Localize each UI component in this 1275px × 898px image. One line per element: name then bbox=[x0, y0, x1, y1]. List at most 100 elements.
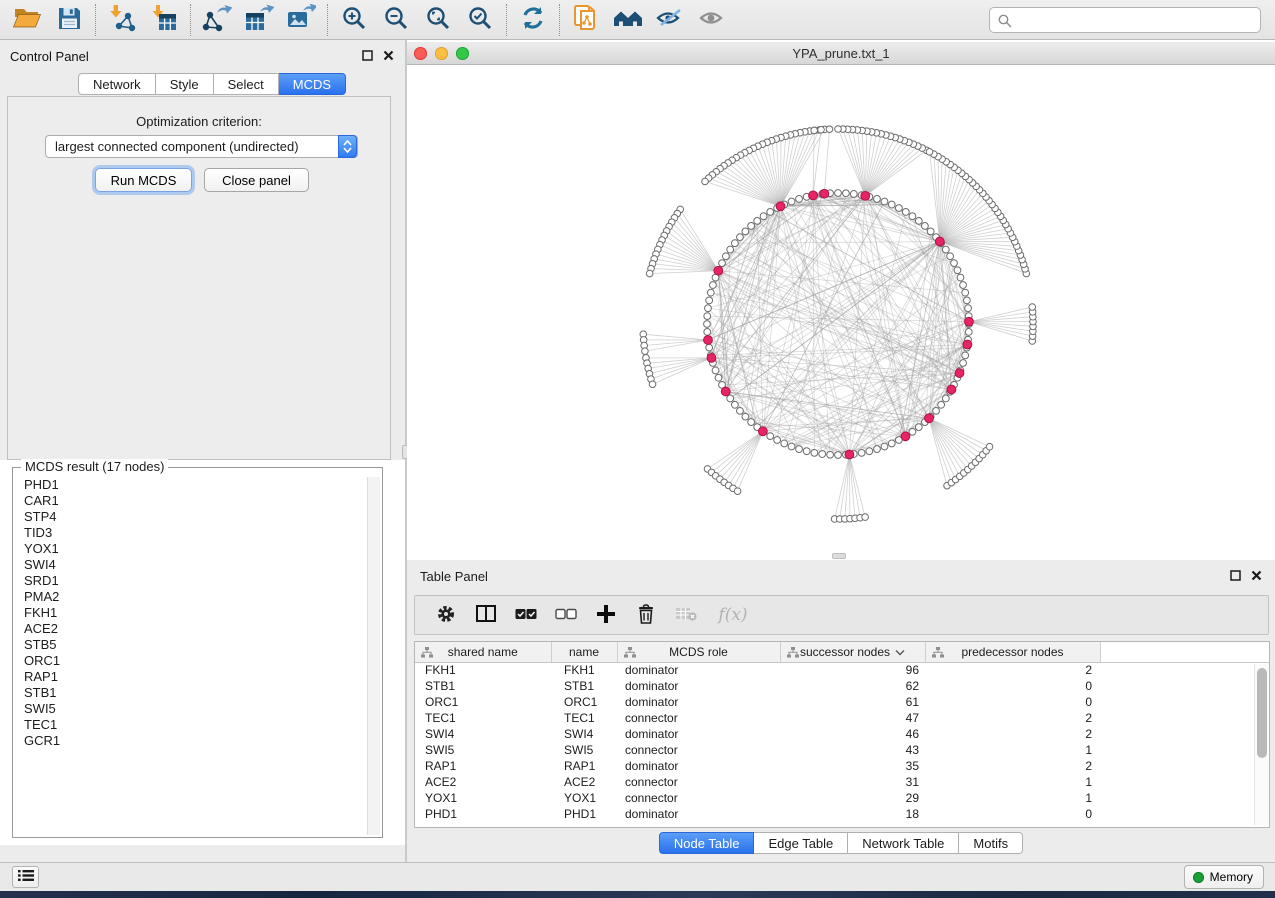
ui-settings-button[interactable] bbox=[12, 866, 39, 888]
memory-label: Memory bbox=[1210, 870, 1253, 884]
list-item[interactable]: ORC1 bbox=[15, 653, 365, 669]
list-item[interactable]: STB5 bbox=[15, 637, 365, 653]
table-row[interactable]: RAP1RAP1dominator352 bbox=[415, 758, 1269, 774]
window-close-traffic-light[interactable] bbox=[414, 47, 427, 60]
column-header-filler bbox=[1100, 642, 1269, 662]
show-all-button[interactable] bbox=[691, 3, 733, 37]
network-canvas[interactable] bbox=[407, 65, 1275, 560]
open-session-button[interactable] bbox=[6, 3, 48, 37]
run-mcds-button[interactable]: Run MCDS bbox=[95, 168, 192, 192]
zoom-fit-button[interactable] bbox=[417, 3, 459, 37]
export-table-button[interactable] bbox=[238, 3, 280, 37]
float-panel-button[interactable] bbox=[361, 49, 374, 62]
window-minimize-traffic-light[interactable] bbox=[435, 47, 448, 60]
column-header-successor-nodes[interactable]: successor nodes bbox=[780, 642, 925, 662]
tab-select[interactable]: Select bbox=[214, 73, 279, 95]
desktop-wallpaper bbox=[0, 891, 1275, 898]
split-table-view-button[interactable] bbox=[473, 600, 499, 630]
list-item[interactable]: TEC1 bbox=[15, 717, 365, 733]
float-table-panel-button[interactable] bbox=[1229, 569, 1242, 582]
tab-edge-table[interactable]: Edge Table bbox=[754, 832, 848, 854]
sort-desc-icon bbox=[895, 645, 905, 659]
mcds-tab-content: Optimization criterion: largest connecte… bbox=[7, 96, 391, 460]
table-scrollbar-thumb[interactable] bbox=[1257, 668, 1267, 758]
list-item[interactable]: GCR1 bbox=[15, 733, 365, 749]
close-panel-button-mcds[interactable]: Close panel bbox=[204, 168, 309, 192]
tab-style[interactable]: Style bbox=[156, 73, 214, 95]
show-all-columns-button[interactable] bbox=[513, 600, 539, 630]
table-row[interactable]: SWI5SWI5connector431 bbox=[415, 742, 1269, 758]
list-icon bbox=[18, 869, 34, 885]
refresh-icon bbox=[520, 5, 546, 34]
apply-layout-button[interactable] bbox=[512, 3, 554, 37]
close-table-panel-button[interactable] bbox=[1250, 569, 1263, 582]
table-row[interactable]: FKH1FKH1dominator962 bbox=[415, 662, 1269, 678]
optimization-criterion-label: Optimization criterion: bbox=[8, 114, 390, 129]
table-row[interactable]: SWI4SWI4dominator462 bbox=[415, 726, 1269, 742]
list-item[interactable]: FKH1 bbox=[15, 605, 365, 621]
tab-node-table[interactable]: Node Table bbox=[659, 832, 755, 854]
copy-network-button[interactable] bbox=[565, 3, 607, 37]
table-row[interactable]: ACE2ACE2connector311 bbox=[415, 774, 1269, 790]
tab-motifs[interactable]: Motifs bbox=[959, 832, 1023, 854]
zoom-in-button[interactable] bbox=[333, 3, 375, 37]
list-item[interactable]: STB1 bbox=[15, 685, 365, 701]
list-item[interactable]: YOX1 bbox=[15, 541, 365, 557]
list-item[interactable]: STP4 bbox=[15, 509, 365, 525]
list-item[interactable]: SWI4 bbox=[15, 557, 365, 573]
close-panel-button[interactable] bbox=[382, 49, 395, 62]
column-header-name[interactable]: name bbox=[551, 642, 617, 662]
status-bar: Memory bbox=[0, 862, 1275, 891]
export-network-button[interactable] bbox=[196, 3, 238, 37]
hide-selected-button[interactable] bbox=[649, 3, 691, 37]
delete-table-button[interactable] bbox=[673, 600, 699, 630]
open-folder-icon bbox=[12, 5, 42, 34]
memory-button[interactable]: Memory bbox=[1184, 865, 1264, 889]
tab-mcds[interactable]: MCDS bbox=[279, 73, 346, 95]
copy-pages-icon bbox=[572, 4, 600, 35]
list-item[interactable]: TID3 bbox=[15, 525, 365, 541]
table-row[interactable]: TEC1TEC1connector472 bbox=[415, 710, 1269, 726]
table-row[interactable]: PHD1PHD1dominator180 bbox=[415, 806, 1269, 822]
tab-network[interactable]: Network bbox=[78, 73, 156, 95]
table-scrollbar[interactable] bbox=[1254, 664, 1268, 825]
first-neighbors-button[interactable] bbox=[607, 3, 649, 37]
list-item[interactable]: SRD1 bbox=[15, 573, 365, 589]
export-table-icon bbox=[244, 4, 274, 35]
list-item[interactable]: RAP1 bbox=[15, 669, 365, 685]
mcds-list-scrollbar[interactable] bbox=[367, 477, 380, 835]
search-input[interactable] bbox=[1018, 8, 1256, 32]
table-settings-button[interactable] bbox=[433, 600, 459, 630]
zoom-out-button[interactable] bbox=[375, 3, 417, 37]
list-item[interactable]: SWI5 bbox=[15, 701, 365, 717]
optimization-criterion-select[interactable]: largest connected component (undirected) bbox=[45, 135, 358, 158]
zoom-selected-button[interactable] bbox=[459, 3, 501, 37]
export-image-button[interactable] bbox=[280, 3, 322, 37]
list-item[interactable]: ACE2 bbox=[15, 621, 365, 637]
add-column-button[interactable] bbox=[593, 600, 619, 630]
selected-option-label: largest connected component (undirected) bbox=[55, 139, 299, 154]
mcds-result-list[interactable]: PHD1CAR1STP4TID3YOX1SWI4SRD1PMA2FKH1ACE2… bbox=[15, 477, 365, 835]
column-type-icon bbox=[624, 647, 636, 658]
table-delete-icon bbox=[675, 607, 697, 624]
list-item[interactable]: PMA2 bbox=[15, 589, 365, 605]
function-builder-button[interactable]: f(x) bbox=[713, 600, 753, 630]
import-table-button[interactable] bbox=[143, 3, 185, 37]
column-header-mcds-role[interactable]: MCDS role bbox=[617, 642, 780, 662]
list-item[interactable]: CAR1 bbox=[15, 493, 365, 509]
memory-status-icon bbox=[1193, 872, 1204, 883]
table-row[interactable]: ORC1ORC1dominator610 bbox=[415, 694, 1269, 710]
table-row[interactable]: STB1STB1dominator620 bbox=[415, 678, 1269, 694]
horizontal-splitter[interactable] bbox=[832, 553, 846, 559]
column-header-shared-name[interactable]: shared name bbox=[415, 642, 551, 662]
hide-all-columns-button[interactable] bbox=[553, 600, 579, 630]
delete-column-button[interactable] bbox=[633, 600, 659, 630]
window-zoom-traffic-light[interactable] bbox=[456, 47, 469, 60]
save-session-button[interactable] bbox=[48, 3, 90, 37]
table-row[interactable]: YOX1YOX1connector291 bbox=[415, 790, 1269, 806]
column-header-predecessor-nodes[interactable]: predecessor nodes bbox=[925, 642, 1100, 662]
tab-network-table[interactable]: Network Table bbox=[848, 832, 959, 854]
import-network-button[interactable] bbox=[101, 3, 143, 37]
unchecked-boxes-icon bbox=[555, 608, 577, 623]
list-item[interactable]: PHD1 bbox=[15, 477, 365, 493]
